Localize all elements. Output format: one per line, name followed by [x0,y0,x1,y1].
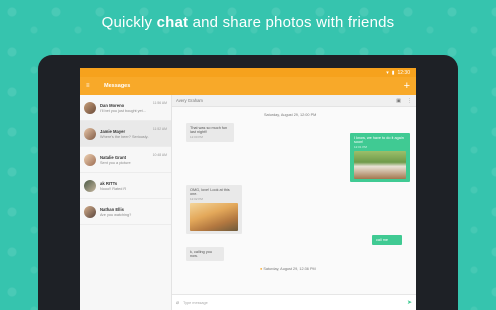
message-input[interactable]: Type message [183,301,403,305]
conversation-time: 10:48 AM [152,153,167,157]
headline: Quickly chat and share photos with frien… [0,14,496,31]
app-bar: ≡ Messages + [80,77,416,95]
video-call-icon[interactable]: ▣ [396,98,401,104]
date-divider-text: Saturday, August 29, 12:36 PM [263,267,316,271]
wifi-icon: ▾ [386,69,389,76]
message-text: k, calling you now. [190,250,212,258]
conversation-item[interactable]: ak RITTs Nooo!! Rated R [80,173,171,199]
conversation-snippet: I'll bet you just bought yet... [100,108,146,113]
send-icon[interactable]: ➤ [407,299,412,306]
conversation-list: Dan Moreno I'll bet you just bought yet.… [80,95,172,310]
conversation-name: ak RITTs [100,180,118,186]
conversation-snippet: Nooo!! Rated R [100,186,127,191]
new-message-button[interactable]: + [404,80,410,92]
date-divider: ● Saturday, August 29, 12:36 PM [260,267,316,271]
conversation-item[interactable]: Dan Moreno I'll bet you just bought yet.… [80,95,171,121]
conversation-time: 11:56 AM [152,101,167,105]
chat-contact-name: Avery Graham [176,98,203,103]
avatar [84,127,96,140]
headline-post: and share photos with friends [188,14,395,31]
conversation-snippet: Where's the beer? Seriously... [100,134,149,139]
menu-icon[interactable]: ≡ [86,83,104,89]
composer: ⌀ Type message ➤ [172,294,416,310]
battery-icon: ▮ [391,69,395,76]
message-time: 12:02 PM [190,197,203,201]
status-time: 12:30 [397,69,410,76]
avatar [84,153,96,166]
conversation-name: Dan Moreno [100,102,125,108]
app-screen: ▾ ▮ 12:30 ≡ Messages + Dan Moreno I'll b… [80,68,416,310]
avatar [84,179,96,192]
message-time: 12:00 PM [190,135,203,139]
avatar [84,205,96,218]
message-text: call me [376,238,389,242]
conversation-name: Natalie Grant [100,154,127,160]
message-time: 12:01 PM [354,145,367,149]
message-bubble-in: That was so much fun last night!! 12:00 … [186,123,234,142]
conversation-snippet: Sent you a picture [100,160,131,165]
call-icon: ● [260,267,263,271]
conversation-item[interactable]: Natalie Grant Sent you a picture 10:48 A… [80,147,171,173]
avatar [84,101,96,114]
message-bubble-out: I know, we have to do it again soon! 12:… [350,133,410,182]
chat-header: Avery Graham ▣ ⋮ [172,95,416,107]
message-bubble-in: k, calling you now. [186,247,224,261]
conversation-name: Jamie Mayer [100,128,126,134]
message-text: That was so much fun last night!! [190,126,228,134]
attach-icon[interactable]: ⌀ [176,300,179,306]
app-title: Messages [104,83,131,89]
date-divider: Saturday, August 29, 12:00 PM [264,113,317,117]
status-bar: ▾ ▮ 12:30 [80,68,416,77]
conversation-time: 11:52 AM [152,127,167,131]
conversation-name: Nathan Ellis [100,206,124,212]
headline-bold: chat [156,14,189,31]
message-bubble-in: OMG, love! Look at this one. 12:02 PM [186,185,242,234]
message-text: OMG, love! Look at this one. [190,188,230,196]
shared-photo[interactable] [354,151,406,179]
message-area: Saturday, August 29, 12:00 PM That was s… [172,107,416,294]
conversation-item[interactable]: Jamie Mayer Where's the beer? Seriously.… [80,121,171,147]
headline-pre: Quickly [101,14,157,31]
conversation-snippet: Are you watching? [100,212,132,217]
conversation-item[interactable]: Nathan Ellis Are you watching? [80,199,171,225]
message-text: I know, we have to do it again soon! [354,136,404,144]
message-bubble-out: call me [372,235,402,245]
more-options-icon[interactable]: ⋮ [407,98,412,104]
shared-photo[interactable] [190,203,238,231]
chat-panel: Avery Graham ▣ ⋮ Saturday, August 29, 12… [172,95,416,310]
